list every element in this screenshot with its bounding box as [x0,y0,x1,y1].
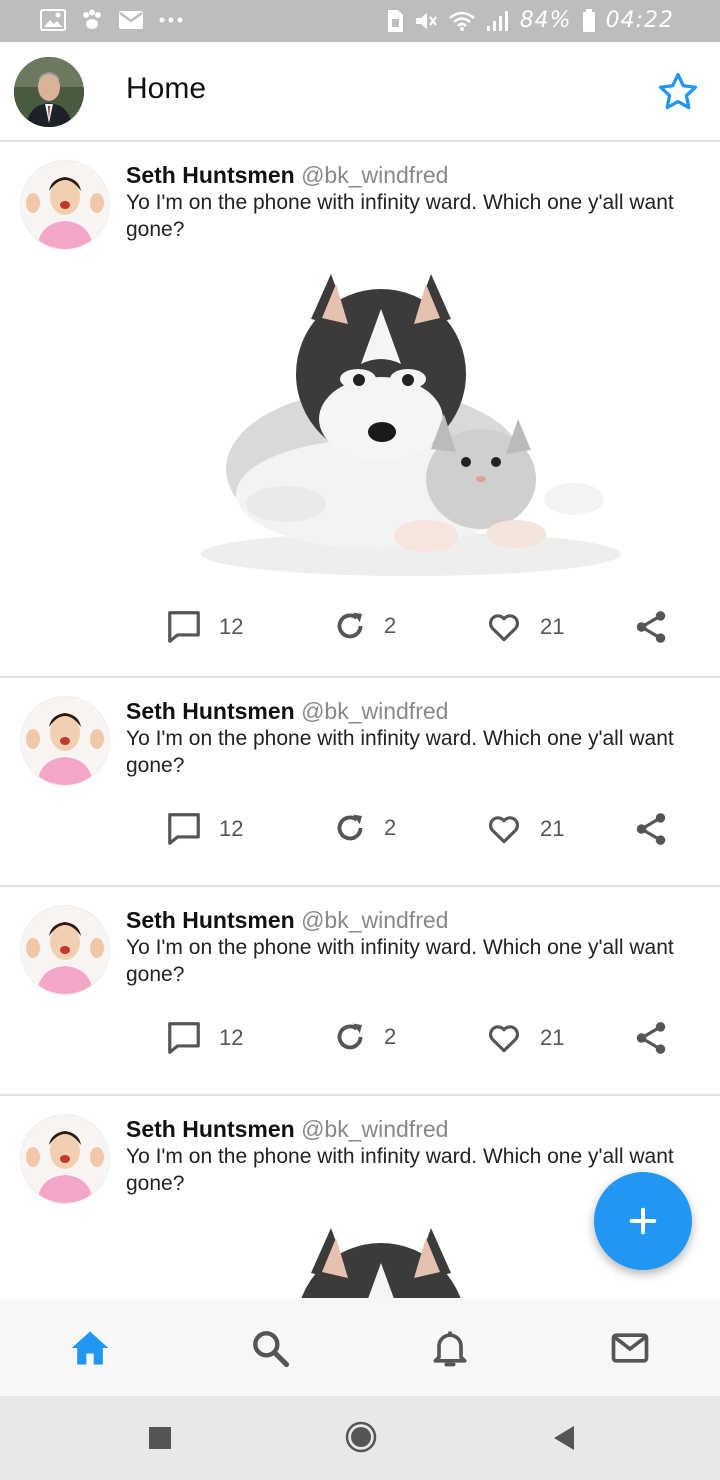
battery-icon [582,8,595,32]
tweet-author-handle[interactable]: @bk_windfred [301,1116,448,1142]
battery-percent: 84% [519,8,572,33]
tweet-avatar[interactable] [20,1114,110,1204]
recent-apps-button[interactable] [148,1426,172,1455]
like-count: 21 [540,816,565,841]
retweet-button[interactable]: 2 [332,1019,396,1055]
sim-icon [387,9,403,32]
like-count: 21 [540,1025,565,1050]
mail-icon [611,1333,649,1363]
share-icon [636,813,666,845]
tweet-author-handle[interactable]: @bk_windfred [301,698,448,724]
tweet-actions: 12 2 21 [0,810,720,850]
share-icon [636,1022,666,1054]
share-button[interactable] [632,1019,670,1057]
tweet-author-handle[interactable]: @bk_windfred [301,907,448,933]
tweet-image[interactable] [126,254,696,578]
clock: 04:22 [605,8,674,33]
tweet-text: Yo I'm on the phone with infinity ward. … [126,1145,674,1195]
search-icon [253,1331,290,1368]
square-icon [149,1427,171,1449]
heart-outline-icon [489,1025,519,1053]
profile-avatar[interactable] [14,57,84,127]
tweet-avatar[interactable] [20,905,110,995]
star-outline-icon [658,72,698,110]
nav-search[interactable] [248,1326,292,1370]
paw-icon [83,9,101,29]
retweet-icon [337,814,363,841]
signal-icon [486,10,508,31]
retweet-icon [337,612,363,639]
nav-messages[interactable] [608,1326,652,1370]
reply-button[interactable]: 12 [165,810,243,848]
share-button[interactable] [632,810,670,848]
tweet-avatar[interactable] [20,696,110,786]
tweet-text: Yo I'm on the phone with infinity ward. … [126,191,674,241]
home-icon [71,1331,109,1365]
gallery-icon [40,9,66,31]
comment-icon [168,611,200,643]
back-button[interactable] [552,1425,576,1456]
share-button[interactable] [632,608,670,646]
like-count: 21 [540,614,565,639]
like-button[interactable]: 21 [484,608,564,646]
system-navigation-bar [0,1396,720,1480]
retweet-count: 2 [384,1024,397,1049]
heart-outline-icon [489,614,519,642]
reply-button[interactable]: 12 [165,608,243,646]
retweet-icon [337,1023,363,1050]
tweet-author-name[interactable]: Seth Huntsmen [126,162,295,188]
home-system-button[interactable] [345,1421,377,1458]
wifi-icon [448,11,475,31]
more-dots-icon [159,17,183,23]
tweet-actions: 12 2 21 [0,608,720,648]
tweet-card[interactable]: Seth Huntsmen @bk_windfred Yo I'm on the… [0,142,720,678]
mute-icon [415,12,437,29]
page-title: Home [126,72,207,105]
reply-button[interactable]: 12 [165,1019,243,1057]
reply-count: 12 [219,1025,244,1050]
tweet-author-handle[interactable]: @bk_windfred [301,162,448,188]
app-bar: Home [0,42,720,142]
comment-icon [168,813,200,845]
heart-outline-icon [489,816,519,844]
tweet-feed[interactable]: Seth Huntsmen @bk_windfred Yo I'm on the… [0,142,720,1298]
plus-icon [629,1207,657,1235]
tweet-text: Yo I'm on the phone with infinity ward. … [126,936,674,986]
retweet-button[interactable]: 2 [332,810,396,846]
tweet-author-name[interactable]: Seth Huntsmen [126,907,295,933]
tweet-avatar[interactable] [20,160,110,250]
comment-icon [168,1022,200,1054]
share-icon [636,611,666,643]
retweet-count: 2 [384,815,397,840]
tweet-card[interactable]: Seth Huntsmen @bk_windfred Yo I'm on the… [0,678,720,887]
like-button[interactable]: 21 [484,810,564,848]
retweet-button[interactable]: 2 [332,608,396,644]
mail-icon [119,11,143,29]
nav-notifications[interactable] [428,1326,472,1370]
tweet-card[interactable]: Seth Huntsmen @bk_windfred Yo I'm on the… [0,887,720,1096]
tweet-author-name[interactable]: Seth Huntsmen [126,1116,295,1142]
circle-icon [345,1421,377,1453]
tweet-text: Yo I'm on the phone with infinity ward. … [126,727,674,777]
bell-icon [433,1331,467,1367]
bottom-navigation [0,1298,720,1396]
tweet-actions: 12 2 21 [0,1019,720,1059]
like-button[interactable]: 21 [484,1019,564,1057]
star-button[interactable] [656,70,700,114]
status-bar: 84% 04:22 [0,0,720,42]
back-triangle-icon [554,1426,574,1450]
reply-count: 12 [219,614,244,639]
nav-home[interactable] [68,1326,112,1370]
tweet-author-name[interactable]: Seth Huntsmen [126,698,295,724]
reply-count: 12 [219,816,244,841]
compose-tweet-button[interactable] [594,1172,692,1270]
retweet-count: 2 [384,613,397,638]
